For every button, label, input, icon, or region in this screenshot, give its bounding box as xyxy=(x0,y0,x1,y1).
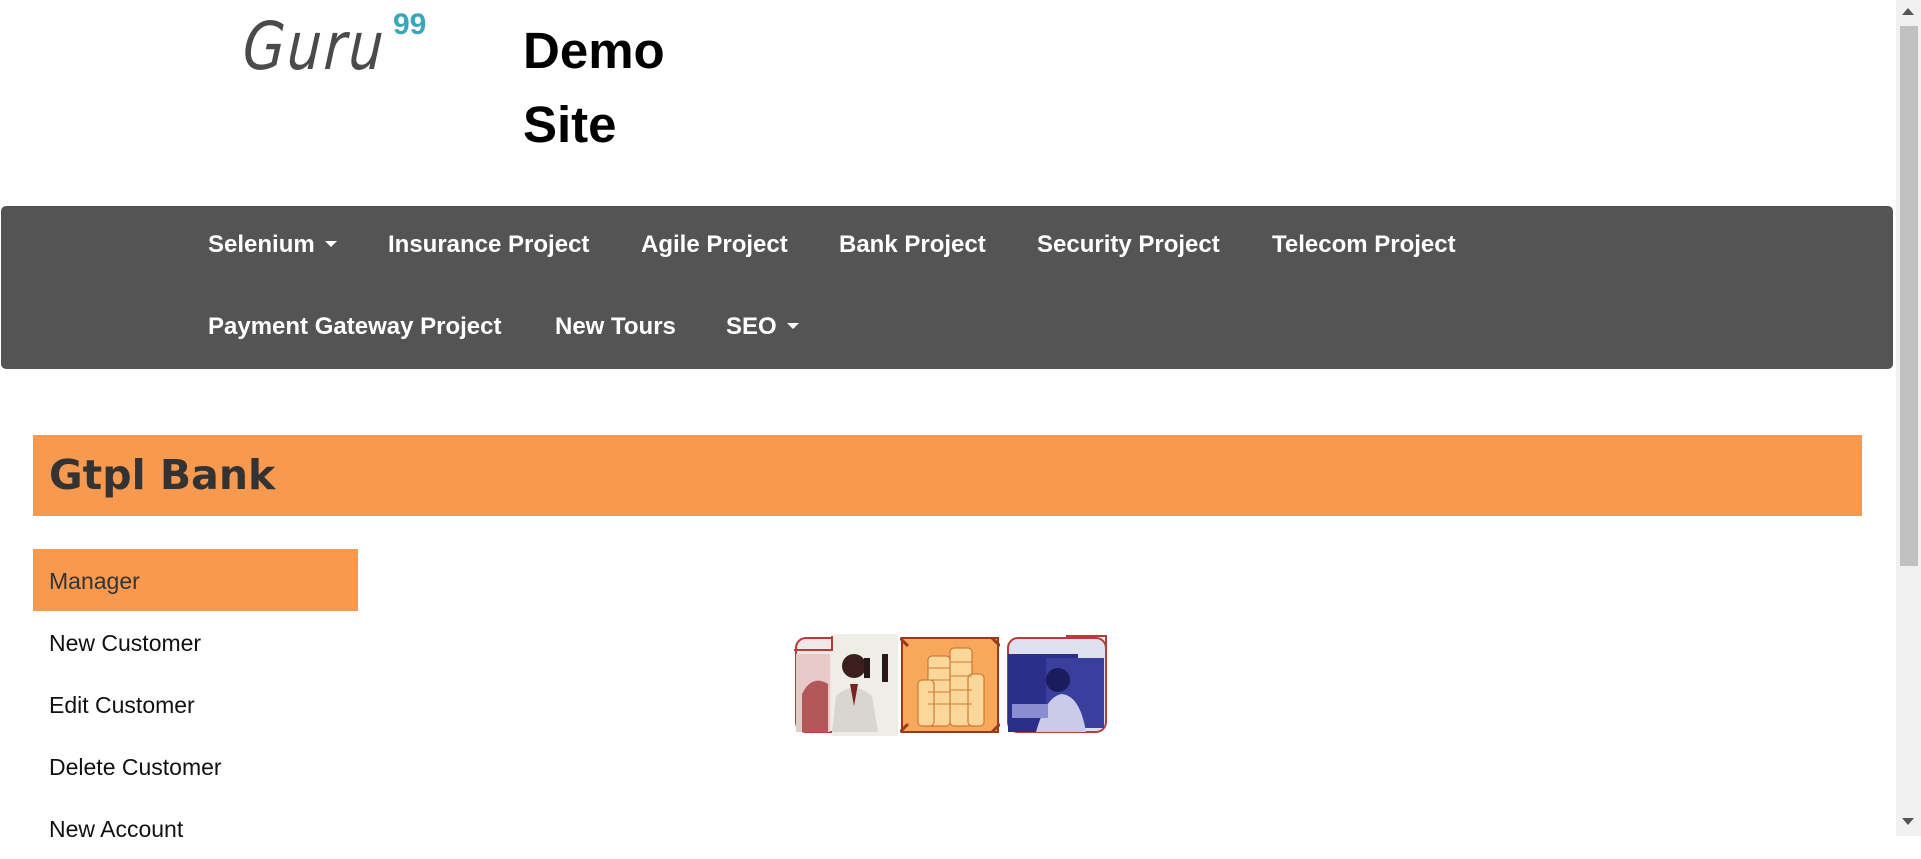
bank-title: Gtpl Bank xyxy=(49,451,276,499)
nav-security-project[interactable]: Security Project xyxy=(1037,230,1220,260)
logo-superscript: 99 xyxy=(393,8,427,41)
caret-down-icon xyxy=(786,322,799,329)
woman-office-image xyxy=(1007,635,1107,733)
nav-agile-project[interactable]: Agile Project xyxy=(641,230,788,260)
nav-seo-dropdown[interactable]: SEO xyxy=(726,312,799,342)
bank-banner: Gtpl Bank xyxy=(33,435,1862,516)
nav-label: SEO xyxy=(726,313,777,340)
sidebar-item-label: Manager xyxy=(49,568,140,594)
sidebar-item-label: Delete Customer xyxy=(49,754,222,780)
nav-telecom-project[interactable]: Telecom Project xyxy=(1272,230,1456,260)
sidebar-item-label: New Account xyxy=(49,816,184,842)
sidebar-item-edit-customer[interactable]: Edit Customer xyxy=(33,673,358,735)
sidebar-item-manager[interactable]: Manager xyxy=(33,549,358,611)
main-navbar: Selenium Insurance Project Agile Project… xyxy=(1,206,1893,369)
sidebar-item-label: New Customer xyxy=(49,630,202,656)
scroll-up-arrow-icon[interactable] xyxy=(1902,8,1914,15)
caret-down-icon xyxy=(324,240,337,247)
scroll-down-arrow-icon[interactable] xyxy=(1902,818,1914,825)
sidebar-item-new-customer[interactable]: New Customer xyxy=(33,611,358,673)
guru99-logo[interactable]: Guru 99 xyxy=(241,8,435,88)
sidebar-item-delete-customer[interactable]: Delete Customer xyxy=(33,735,358,797)
logo-text: Guru xyxy=(240,8,388,85)
nav-label: Selenium xyxy=(208,231,315,258)
nav-selenium-dropdown[interactable]: Selenium xyxy=(208,230,337,260)
businessman-phone-image xyxy=(794,634,898,736)
sidebar-menu: Manager New Customer Edit Customer Delet… xyxy=(33,549,358,859)
bank-images xyxy=(792,634,1108,736)
nav-insurance-project[interactable]: Insurance Project xyxy=(388,230,589,260)
nav-payment-gateway-project[interactable]: Payment Gateway Project xyxy=(208,312,501,342)
sidebar-item-new-account[interactable]: New Account xyxy=(33,797,358,859)
coin-stacks-image xyxy=(900,636,1000,734)
sidebar-item-label: Edit Customer xyxy=(49,692,195,718)
vertical-scrollbar[interactable] xyxy=(1896,0,1921,836)
nav-bank-project[interactable]: Bank Project xyxy=(839,230,986,260)
site-title: Demo Site xyxy=(523,22,665,153)
scrollbar-thumb[interactable] xyxy=(1900,26,1918,566)
nav-new-tours[interactable]: New Tours xyxy=(555,312,676,342)
